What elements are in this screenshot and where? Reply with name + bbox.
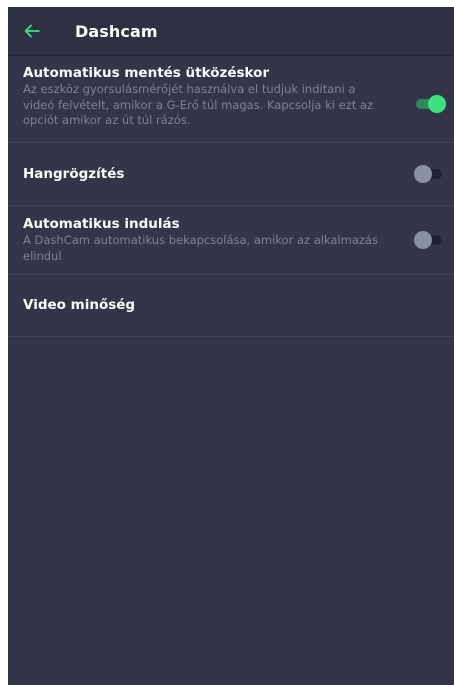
setting-title: Hangrögzítés <box>23 165 125 182</box>
setting-auto-save-on-collision[interactable]: Automatikus mentés ütközéskor Az eszköz … <box>8 55 454 143</box>
toggle-knob <box>414 165 432 183</box>
setting-title: Video minőség <box>23 297 136 313</box>
setting-title: Automatikus mentés ütközéskor <box>23 65 270 81</box>
back-button[interactable] <box>22 21 42 41</box>
setting-description: Az eszköz gyorsulásmérőjét használva el … <box>23 82 373 127</box>
dashcam-settings-screen: Dashcam Automatikus mentés ütközéskor Az… <box>8 7 454 685</box>
setting-title: Automatikus indulás <box>23 216 180 232</box>
setting-audio-recording[interactable]: Hangrögzítés <box>8 143 454 206</box>
auto-save-toggle[interactable] <box>416 95 446 113</box>
setting-description: A DashCam automatikus bekapcsolása, amik… <box>23 233 378 263</box>
audio-recording-toggle[interactable] <box>414 165 442 183</box>
auto-start-toggle[interactable] <box>414 231 442 249</box>
arrow-left-icon <box>24 24 40 38</box>
setting-auto-start[interactable]: Automatikus indulás A DashCam automatiku… <box>8 206 454 275</box>
app-header: Dashcam <box>8 7 454 55</box>
page-title: Dashcam <box>75 21 158 41</box>
toggle-knob <box>428 95 446 113</box>
setting-video-quality[interactable]: Video minőség <box>8 275 454 337</box>
toggle-knob <box>414 231 432 249</box>
